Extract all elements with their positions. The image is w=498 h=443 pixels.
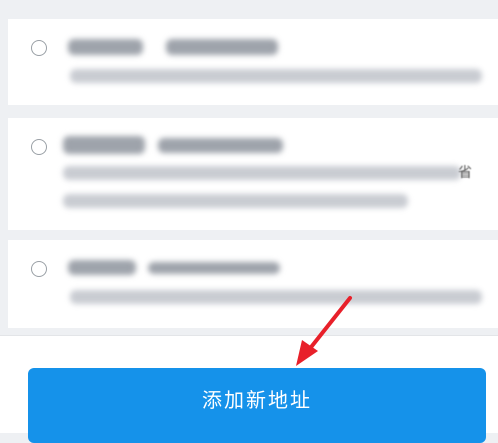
- address-text-redacted: [63, 194, 408, 208]
- contact-phone-redacted: [166, 39, 278, 55]
- address-radio[interactable]: [31, 40, 47, 56]
- contact-phone-redacted: [158, 138, 283, 153]
- address-radio[interactable]: [31, 139, 47, 155]
- address-text-redacted: [63, 166, 461, 180]
- address-edge-text: 省: [458, 165, 472, 181]
- address-item[interactable]: 省: [8, 118, 498, 230]
- address-item[interactable]: [8, 240, 498, 328]
- contact-name-redacted: [68, 39, 143, 55]
- address-text-redacted: [70, 69, 482, 83]
- address-item[interactable]: [8, 19, 498, 105]
- bottom-action-bar: 添加新地址: [0, 335, 498, 443]
- contact-name-redacted: [68, 260, 136, 275]
- address-text-redacted: [70, 290, 482, 304]
- contact-name-redacted: [63, 136, 145, 154]
- address-radio[interactable]: [31, 261, 47, 277]
- contact-phone-redacted: [148, 262, 280, 274]
